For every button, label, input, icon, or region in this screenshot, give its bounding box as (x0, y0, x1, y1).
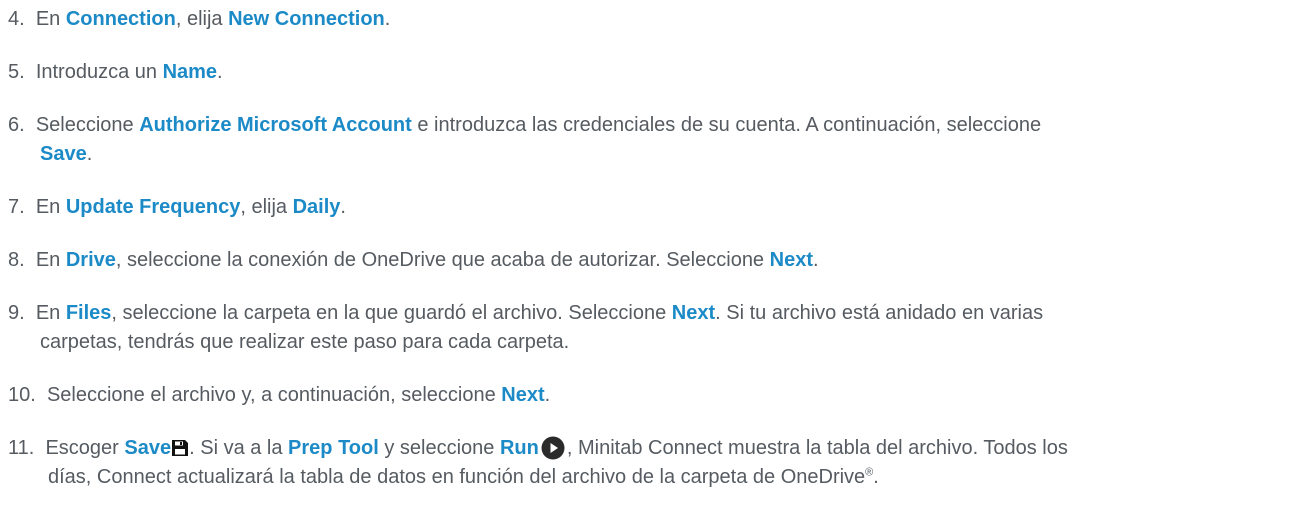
step-text: . Si tu archivo está anidado en varias (715, 302, 1044, 324)
step-11: 11. Escoger Save . Si va a la Prep Tool y… (8, 434, 1298, 492)
step-10: 10. Seleccione el archivo y, a continuac… (8, 381, 1298, 410)
step-text: Seleccione el archivo y, a continuación,… (46, 384, 502, 406)
step-4: 4. En Connection, elija New Connection. (8, 5, 1298, 34)
step-text: . (544, 384, 551, 406)
new-connection-link[interactable]: New Connection (228, 8, 385, 30)
play-circle-icon[interactable] (541, 436, 565, 460)
next-link[interactable]: Next (770, 249, 813, 271)
step-text: En (35, 302, 66, 324)
connection-link[interactable]: Connection (66, 8, 176, 30)
step-text: Escoger (45, 437, 125, 459)
step-number: 8. (8, 249, 25, 271)
step-number: 4. (8, 8, 25, 30)
step-text: . (384, 8, 391, 30)
step-text: En (35, 196, 66, 218)
daily-link[interactable]: Daily (293, 196, 341, 218)
step-continuation: carpetas, tendrás que realizar este paso… (40, 331, 570, 353)
files-link[interactable]: Files (66, 302, 112, 324)
step-number: 6. (8, 114, 25, 136)
step-8: 8. En Drive, seleccione la conexión de O… (8, 246, 1298, 275)
step-text: En (35, 8, 66, 30)
step-text: , Minitab Connect muestra la tabla del a… (566, 437, 1068, 459)
step-5: 5. Introduzca un Name. (8, 58, 1298, 87)
step-number: 7. (8, 196, 25, 218)
step-text: . (86, 143, 93, 165)
step-text: Seleccione (35, 114, 140, 136)
step-6: 6. Seleccione Authorize Microsoft Accoun… (8, 111, 1298, 169)
step-text: . (217, 61, 223, 83)
authorize-microsoft-account-link[interactable]: Authorize Microsoft Account (139, 114, 412, 136)
step-text: . (812, 249, 819, 271)
step-text: días, Connect actualizará la tabla de da… (48, 466, 866, 488)
step-9: 9. En Files, seleccione la carpeta en la… (8, 299, 1298, 357)
step-text: En (35, 249, 66, 271)
prep-tool-link[interactable]: Prep Tool (288, 437, 379, 459)
step-continuation: días, Connect actualizará la tabla de da… (8, 463, 1298, 492)
step-text: Introduzca un (35, 61, 163, 83)
run-link[interactable]: Run (500, 437, 539, 459)
step-number: 11. (8, 437, 35, 459)
save-link[interactable]: Save (40, 143, 87, 165)
step-number: 9. (8, 302, 25, 324)
step-text: . (340, 196, 346, 218)
step-text: , elija (175, 8, 229, 30)
step-number: 5. (8, 61, 25, 83)
step-text: , seleccione la carpeta en la que guardó… (111, 302, 672, 324)
update-frequency-link[interactable]: Update Frequency (66, 196, 240, 218)
step-number: 10. (8, 384, 36, 406)
step-text: e introduzca las credenciales de su cuen… (411, 114, 1042, 136)
next-link[interactable]: Next (672, 302, 715, 324)
next-link[interactable]: Next (501, 384, 544, 406)
save-link[interactable]: Save (124, 437, 171, 459)
step-text: , elija (240, 196, 293, 218)
step-text: y seleccione (378, 437, 500, 459)
name-link[interactable]: Name (163, 61, 217, 83)
save-icon[interactable] (171, 439, 189, 457)
step-continuation: Save. (8, 140, 1298, 169)
step-text: . (873, 466, 879, 488)
step-text: . Si va a la (189, 437, 289, 459)
step-text: , seleccione la conexión de OneDrive que… (115, 249, 770, 271)
drive-link[interactable]: Drive (66, 249, 116, 271)
step-7: 7. En Update Frequency, elija Daily. (8, 193, 1298, 222)
